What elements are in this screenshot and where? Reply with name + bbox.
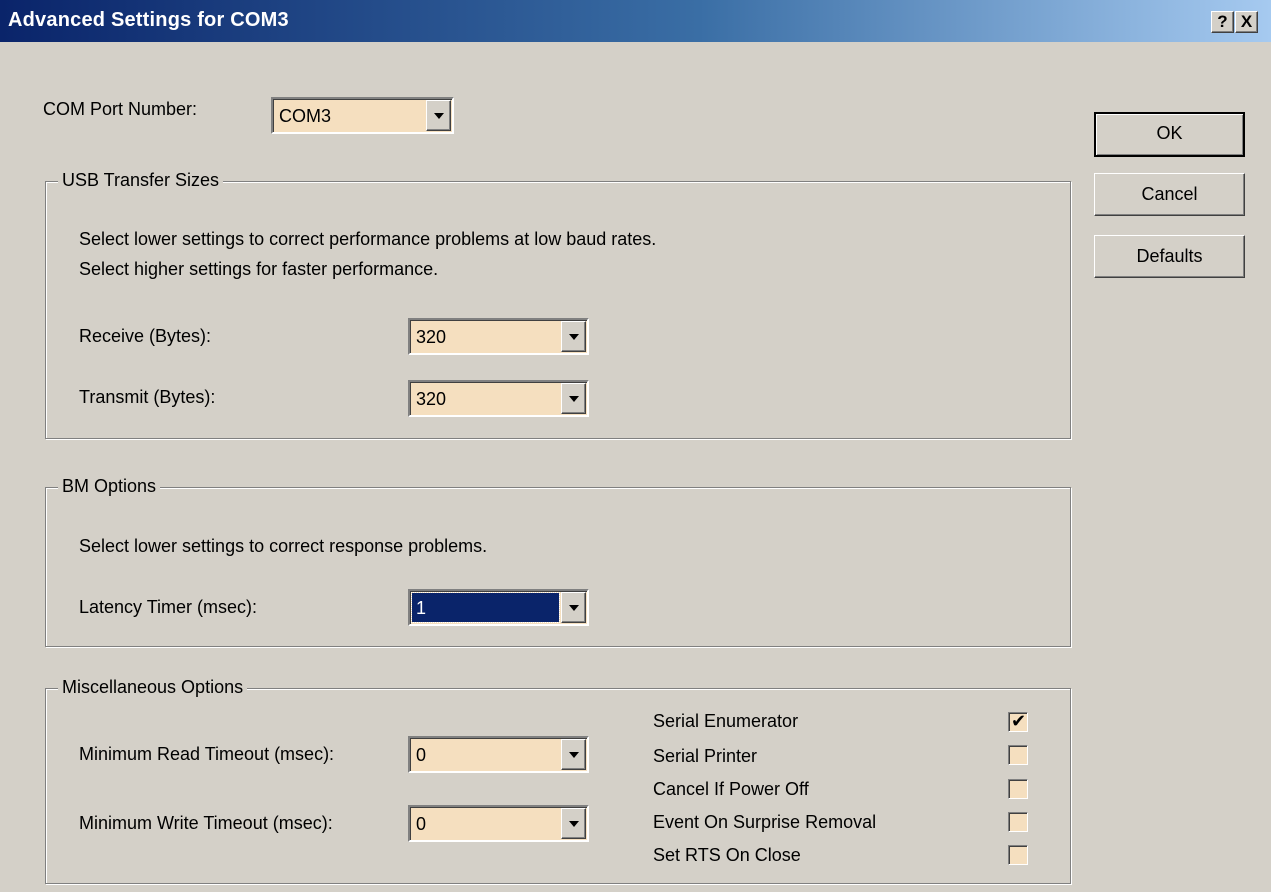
chevron-down-icon[interactable] bbox=[561, 808, 586, 839]
event-on-surprise-removal-checkbox[interactable] bbox=[1008, 812, 1028, 832]
read-timeout-dropdown[interactable]: 0 bbox=[408, 736, 589, 773]
chevron-down-icon[interactable] bbox=[426, 100, 451, 131]
read-timeout-value: 0 bbox=[416, 745, 427, 765]
com-port-value: COM3 bbox=[279, 106, 332, 126]
checkmark-icon: ✔ bbox=[1011, 711, 1027, 731]
checkbox-label-serial-printer: Serial Printer bbox=[653, 746, 758, 766]
checkbox-label-serial-enumerator: Serial Enumerator bbox=[653, 711, 799, 731]
chevron-down-icon[interactable] bbox=[561, 592, 586, 623]
write-timeout-value: 0 bbox=[416, 814, 427, 834]
ok-button[interactable]: OK bbox=[1094, 112, 1245, 157]
latency-dropdown[interactable]: 1 bbox=[408, 589, 589, 626]
serial-printer-checkbox[interactable] bbox=[1008, 745, 1028, 765]
transmit-dropdown[interactable]: 320 bbox=[408, 380, 589, 417]
bm-options-legend: BM Options bbox=[58, 476, 161, 497]
read-timeout-label: Minimum Read Timeout (msec): bbox=[79, 744, 335, 764]
write-timeout-label: Minimum Write Timeout (msec): bbox=[79, 813, 333, 833]
com-port-dropdown[interactable]: COM3 bbox=[271, 97, 454, 134]
serial-enumerator-checkbox[interactable]: ✔ bbox=[1008, 711, 1028, 732]
misc-options-group: Miscellaneous Options bbox=[45, 677, 1071, 884]
chevron-down-icon[interactable] bbox=[561, 739, 586, 770]
set-rts-on-close-checkbox[interactable] bbox=[1008, 845, 1028, 865]
receive-value: 320 bbox=[416, 327, 447, 347]
latency-label: Latency Timer (msec): bbox=[79, 597, 258, 617]
com-port-label: COM Port Number: bbox=[43, 99, 198, 119]
close-button[interactable]: X bbox=[1235, 11, 1258, 33]
cancel-if-power-off-checkbox[interactable] bbox=[1008, 779, 1028, 799]
chevron-down-icon[interactable] bbox=[561, 321, 586, 352]
write-timeout-dropdown[interactable]: 0 bbox=[408, 805, 589, 842]
receive-dropdown[interactable]: 320 bbox=[408, 318, 589, 355]
transmit-value: 320 bbox=[416, 389, 447, 409]
usb-transfer-desc-1: Select lower settings to correct perform… bbox=[79, 229, 657, 249]
usb-transfer-desc-2: Select higher settings for faster perfor… bbox=[79, 259, 439, 279]
bm-options-desc: Select lower settings to correct respons… bbox=[79, 536, 488, 556]
latency-value: 1 bbox=[411, 592, 560, 623]
checkbox-label-event-on-surprise-removal: Event On Surprise Removal bbox=[653, 812, 877, 832]
chevron-down-icon[interactable] bbox=[561, 383, 586, 414]
usb-transfer-legend: USB Transfer Sizes bbox=[58, 170, 224, 191]
misc-options-legend: Miscellaneous Options bbox=[58, 677, 248, 698]
transmit-label: Transmit (Bytes): bbox=[79, 387, 216, 407]
checkbox-label-cancel-if-power-off: Cancel If Power Off bbox=[653, 779, 809, 799]
window-title: Advanced Settings for COM3 bbox=[8, 9, 289, 31]
title-bar: Advanced Settings for COM3 ? X bbox=[0, 0, 1271, 42]
receive-label: Receive (Bytes): bbox=[79, 326, 212, 346]
checkbox-label-set-rts-on-close: Set RTS On Close bbox=[653, 845, 801, 865]
cancel-button[interactable]: Cancel bbox=[1094, 173, 1245, 216]
help-button[interactable]: ? bbox=[1211, 11, 1234, 33]
defaults-button[interactable]: Defaults bbox=[1094, 235, 1245, 278]
